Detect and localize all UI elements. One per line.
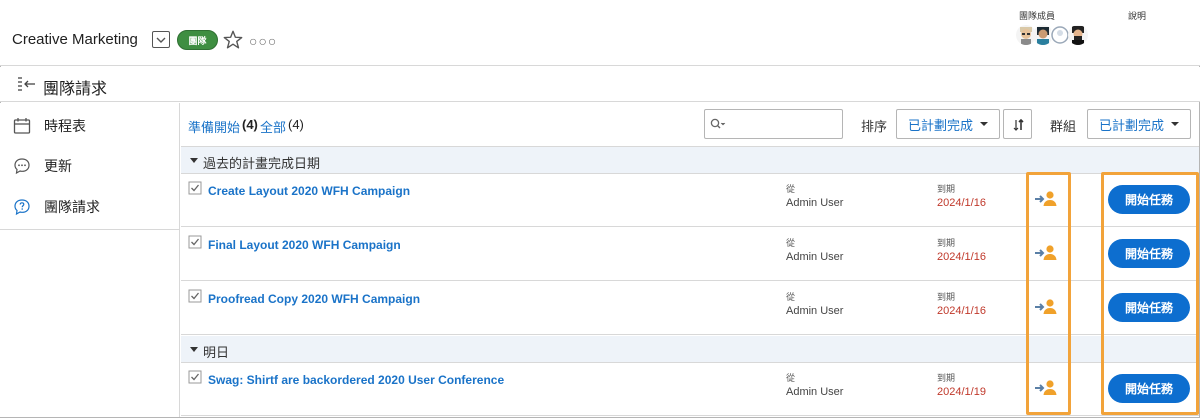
due-label: 到期 xyxy=(937,373,956,383)
highlight-box-start-column xyxy=(1101,172,1199,415)
sort-direction-button[interactable] xyxy=(1003,109,1032,139)
section-header[interactable]: 過去的計畫完成日期 xyxy=(181,147,1199,174)
due-date: 2024/1/19 xyxy=(937,386,986,398)
sidebar-item-team-requests[interactable]: 團隊請求 xyxy=(0,187,179,227)
group-dropdown[interactable]: 已計劃完成 xyxy=(1087,109,1191,139)
avatar[interactable] xyxy=(1068,25,1088,45)
task-checkbox-icon[interactable] xyxy=(188,289,202,303)
task-name-link[interactable]: Swag: Shirtf are backordered 2020 User C… xyxy=(208,373,504,387)
chat-bubble-icon xyxy=(14,158,30,175)
due-label: 到期 xyxy=(937,184,956,194)
section-title: 明日 xyxy=(203,345,230,360)
due-date: 2024/1/16 xyxy=(937,305,986,317)
team-members-label[interactable]: 團隊成員 xyxy=(1019,9,1055,22)
due-label: 到期 xyxy=(937,292,956,302)
task-checkbox-icon[interactable] xyxy=(188,235,202,249)
sort-label: 排序 xyxy=(861,119,888,134)
filter-ready-to-start[interactable]: 準備開始 xyxy=(188,117,240,136)
more-options-icon[interactable]: ○○○ xyxy=(249,33,277,49)
team-name[interactable]: Creative Marketing xyxy=(12,31,138,48)
question-bubble-icon xyxy=(14,199,30,216)
sidebar-item-label: 時程表 xyxy=(44,118,86,134)
header: Creative Marketing 團隊 ○○○ 團隊成員 說明 xyxy=(0,0,1200,66)
sidebar-item-timeline[interactable]: 時程表 xyxy=(0,106,179,146)
page-title-bar: 團隊請求 xyxy=(0,67,1200,102)
sidebar-item-label: 更新 xyxy=(44,158,72,174)
due-label: 到期 xyxy=(937,238,956,248)
caret-down-icon xyxy=(980,122,988,126)
due-date: 2024/1/16 xyxy=(937,251,986,263)
collapse-triangle-icon[interactable] xyxy=(190,347,198,352)
from-label: 從 xyxy=(786,184,796,194)
section-title: 過去的計畫完成日期 xyxy=(203,156,321,171)
task-name-link[interactable]: Proofread Copy 2020 WFH Campaign xyxy=(208,292,420,306)
from-label: 從 xyxy=(786,373,796,383)
page-title: 團隊請求 xyxy=(43,81,108,98)
sidebar: 時程表 更新 團隊請求 xyxy=(0,103,180,417)
sidebar-nav: 時程表 更新 團隊請求 xyxy=(0,103,179,230)
search-input[interactable] xyxy=(729,114,839,134)
filter-ready-count: (4) xyxy=(242,117,258,132)
from-value: Admin User xyxy=(786,251,844,263)
sort-dropdown-value: 已計劃完成 xyxy=(907,117,973,133)
team-member-avatars[interactable] xyxy=(1016,25,1096,47)
team-badge: 團隊 xyxy=(177,30,218,50)
from-value: Admin User xyxy=(786,197,844,209)
filter-all-count: (4) xyxy=(288,117,304,132)
due-date: 2024/1/16 xyxy=(937,197,986,209)
sidebar-item-updates[interactable]: 更新 xyxy=(0,146,179,186)
collapse-triangle-icon[interactable] xyxy=(190,158,198,163)
calendar-icon xyxy=(13,118,31,134)
sort-direction-icon xyxy=(1013,118,1024,131)
sort-dropdown[interactable]: 已計劃完成 xyxy=(896,109,1000,139)
group-label: 群組 xyxy=(1050,119,1077,134)
from-label: 從 xyxy=(786,292,796,302)
caret-down-icon xyxy=(1171,122,1179,126)
from-label: 從 xyxy=(786,238,796,248)
task-name-link[interactable]: Create Layout 2020 WFH Campaign xyxy=(208,184,410,198)
team-menu-chevron-icon[interactable] xyxy=(152,31,170,48)
from-value: Admin User xyxy=(786,305,844,317)
help-link[interactable]: 說明 xyxy=(1128,9,1146,22)
collapse-sidebar-icon[interactable] xyxy=(17,76,37,92)
group-dropdown-value: 已計劃完成 xyxy=(1098,117,1164,133)
task-checkbox-icon[interactable] xyxy=(188,370,202,384)
star-icon[interactable] xyxy=(222,29,244,51)
task-checkbox-icon[interactable] xyxy=(188,181,202,195)
from-value: Admin User xyxy=(786,386,844,398)
search-box[interactable] xyxy=(704,109,843,139)
sidebar-item-label: 團隊請求 xyxy=(44,199,100,215)
filter-all[interactable]: 全部 xyxy=(260,117,286,136)
avatar[interactable] xyxy=(1050,25,1070,45)
highlight-box-assign-column xyxy=(1026,172,1071,415)
toolbar: 準備開始 (4) 全部 (4) 排序 已計劃完成 群組 已計劃完成 xyxy=(181,103,1199,147)
main-content: 準備開始 (4) 全部 (4) 排序 已計劃完成 群組 已計劃完成 過去的計畫完… xyxy=(181,103,1199,417)
task-name-link[interactable]: Final Layout 2020 WFH Campaign xyxy=(208,238,401,252)
search-icon[interactable] xyxy=(710,118,726,132)
